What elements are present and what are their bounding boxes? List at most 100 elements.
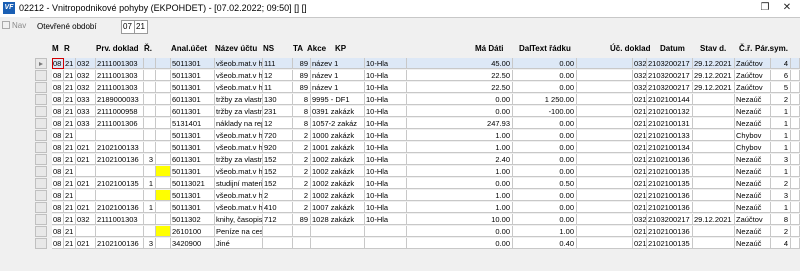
cell-c1[interactable]: 032 (76, 70, 96, 81)
cell-m[interactable]: 08 (52, 238, 64, 249)
column-header[interactable]: Ř. (144, 44, 152, 53)
cell-kp[interactable]: 10-Hla (365, 58, 407, 69)
cell-par[interactable] (791, 178, 800, 189)
cell-stav[interactable]: Zaúčtov (735, 82, 771, 93)
cell-ta[interactable]: 2 (293, 166, 311, 177)
cell-kp[interactable]: 10-Hla (365, 142, 407, 153)
cell-rr[interactable] (144, 190, 156, 201)
cell-uc2[interactable]: 2102100132 (647, 106, 693, 117)
cell-dal[interactable]: 1.00 (513, 226, 577, 237)
cell-r[interactable]: 21 (64, 190, 76, 201)
cell-stav[interactable]: Chybov (735, 130, 771, 141)
cell-nazev[interactable]: všeob.mat.v hl (215, 142, 263, 153)
cell-cr[interactable]: 5 (771, 82, 791, 93)
cell-kp[interactable]: 10-Hla (365, 154, 407, 165)
cell-uc2[interactable]: 2102100134 (647, 142, 693, 153)
cell-uc2[interactable]: 2102100135 (647, 178, 693, 189)
cell-r[interactable]: 21 (64, 130, 76, 141)
highlight-cell[interactable] (156, 154, 171, 165)
cell-nazev[interactable]: Jiné (215, 238, 263, 249)
cell-m[interactable]: 08 (52, 226, 64, 237)
table-row[interactable]: 08 21 5011301 všeob.mat.v hl 152 2 1002 zakázk… (35, 166, 800, 178)
cell-uc1[interactable]: 032 (633, 70, 647, 81)
cell-uc1[interactable]: 032 (633, 82, 647, 93)
highlight-cell[interactable] (156, 238, 171, 249)
cell-r[interactable]: 21 (64, 82, 76, 93)
column-header[interactable]: Datum (660, 44, 685, 53)
table-row[interactable]: 08 21 021 2102100136 3 6011301 tržby za vlastn… (35, 154, 800, 166)
cell-uc1[interactable]: 021 (633, 202, 647, 213)
cell-nazev[interactable]: náklady na rep (215, 118, 263, 129)
cell-uc1[interactable]: 021 (633, 106, 647, 117)
cell-nazev[interactable]: všeob.mat.v hl (215, 190, 263, 201)
cell-datum[interactable] (693, 166, 735, 177)
cell-ta[interactable]: 2 (293, 130, 311, 141)
cell-par[interactable] (791, 202, 800, 213)
highlight-cell[interactable] (156, 106, 171, 117)
cell-datum[interactable]: 29.12.2021 (693, 58, 735, 69)
cell-uc2[interactable]: 2103200217 (647, 70, 693, 81)
cell-cr[interactable]: 1 (771, 118, 791, 129)
cell-stav[interactable]: Nezaúč (735, 154, 771, 165)
cell-ta[interactable] (293, 226, 311, 237)
cell-prv[interactable]: 2102100136 (96, 238, 144, 249)
cell-m[interactable]: 08 (52, 82, 64, 93)
cell-kp[interactable] (365, 238, 407, 249)
cell-akce[interactable]: 1002 zakázk (311, 178, 365, 189)
cell-c1[interactable]: 021 (76, 238, 96, 249)
column-header[interactable]: Č.ř. (739, 44, 752, 53)
cell-r[interactable]: 21 (64, 214, 76, 225)
table-row[interactable]: 08 21 032 2111001303 5011301 všeob.mat.v hl 12… (35, 70, 800, 82)
cell-c1[interactable] (76, 130, 96, 141)
table-row[interactable]: 08 21 021 2102100136 3 3420900 Jiné 0.00 0.40 021… (35, 238, 800, 250)
cell-ns[interactable]: 152 (263, 154, 293, 165)
table-row[interactable]: 08 21 032 2111001303 5011301 všeob.mat.v hl 11… (35, 58, 800, 70)
cell-r[interactable]: 21 (64, 70, 76, 81)
cell-ma[interactable]: 22.50 (407, 82, 513, 93)
row-marker[interactable] (35, 70, 47, 81)
cell-cr[interactable]: 6 (771, 70, 791, 81)
cell-anal[interactable]: 5011301 (171, 130, 215, 141)
cell-cr[interactable]: 3 (771, 154, 791, 165)
cell-uc2[interactable]: 2102100136 (647, 190, 693, 201)
cell-dal[interactable]: 0.00 (513, 70, 577, 81)
cell-ns[interactable] (263, 226, 293, 237)
cell-kp[interactable]: 10-Hla (365, 118, 407, 129)
column-header[interactable]: Stav d. (700, 44, 726, 53)
cell-par[interactable] (791, 130, 800, 141)
cell-c1[interactable]: 021 (76, 202, 96, 213)
cell-ma[interactable]: 2.40 (407, 154, 513, 165)
cell-prv[interactable] (96, 130, 144, 141)
cell-nazev[interactable]: všeob.mat.v hl (215, 70, 263, 81)
cell-par[interactable] (791, 214, 800, 225)
cell-m[interactable]: 08 (52, 58, 64, 69)
cell-dal[interactable]: 0.00 (513, 166, 577, 177)
cell-ta[interactable]: 2 (293, 154, 311, 165)
cell-c1[interactable]: 032 (76, 58, 96, 69)
cell-c1[interactable]: 033 (76, 106, 96, 117)
cell-rr[interactable] (144, 58, 156, 69)
row-marker[interactable] (35, 82, 47, 93)
cell-akce[interactable]: 1057-2 zakáz (311, 118, 365, 129)
table-row[interactable]: 08 21 032 2111001303 5011301 všeob.mat.v hl 11… (35, 82, 800, 94)
cell-uc2[interactable]: 2102100131 (647, 118, 693, 129)
cell-ma[interactable]: 247.93 (407, 118, 513, 129)
cell-kp[interactable]: 10-Hla (365, 94, 407, 105)
table-row[interactable]: 08 21 2610100 Peníze na ces 0.00 1.00 021 21021… (35, 226, 800, 238)
cell-prv[interactable]: 2111001303 (96, 58, 144, 69)
cell-cr[interactable]: 2 (771, 94, 791, 105)
table-row[interactable]: 08 21 5011301 všeob.mat.v hl 720 2 1000 zakázk… (35, 130, 800, 142)
cell-stav[interactable]: Nezaúč (735, 190, 771, 201)
cell-dal[interactable]: 0.00 (513, 82, 577, 93)
row-marker[interactable] (35, 94, 47, 105)
cell-ta[interactable]: 2 (293, 178, 311, 189)
cell-r[interactable]: 21 (64, 154, 76, 165)
highlight-cell[interactable] (156, 166, 171, 177)
cell-ns[interactable] (263, 238, 293, 249)
cell-r[interactable]: 21 (64, 238, 76, 249)
cell-akce[interactable]: 0391 zakázk (311, 106, 365, 117)
cell-dal[interactable]: 0.00 (513, 58, 577, 69)
cell-stav[interactable]: Nezaúč (735, 106, 771, 117)
cell-m[interactable]: 08 (52, 130, 64, 141)
cell-uc1[interactable]: 021 (633, 166, 647, 177)
